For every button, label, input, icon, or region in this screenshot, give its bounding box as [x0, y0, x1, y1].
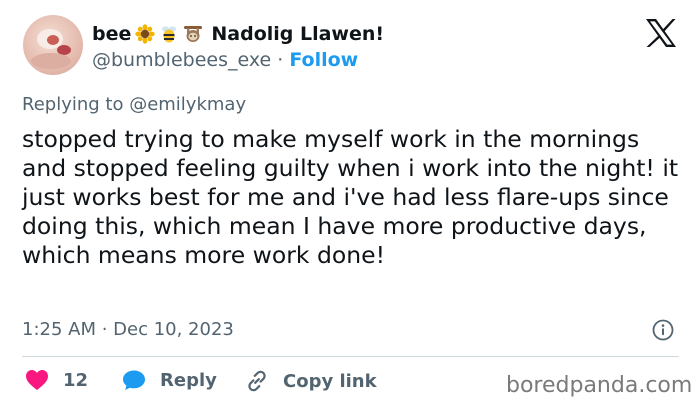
display-name-text: bee — [92, 23, 132, 45]
handle-row: @bumblebees_exe · Follow — [92, 48, 358, 72]
copy-link-label: Copy link — [283, 370, 377, 392]
display-name-suffix: Nadolig Llawen! — [211, 23, 385, 45]
watermark: boredpanda.com — [506, 373, 693, 398]
reply-button[interactable]: Reply — [122, 369, 217, 391]
reply-context[interactable]: Replying to @emilykmay — [22, 93, 246, 117]
like-button[interactable]: 12 — [25, 369, 88, 391]
separator-dot: · — [277, 49, 284, 71]
timestamp[interactable]: 1:25 AM · Dec 10, 2023 — [22, 318, 234, 342]
follow-button[interactable]: Follow — [289, 49, 358, 71]
x-logo-icon[interactable] — [645, 18, 677, 48]
heart-icon — [26, 370, 48, 390]
bee-emoji-icon — [159, 24, 179, 44]
link-icon — [248, 370, 266, 392]
sunflower-emoji-icon — [135, 24, 156, 44]
tweet-text: stopped trying to make myself work in th… — [22, 125, 679, 269]
info-icon[interactable] — [652, 319, 674, 341]
avatar[interactable] — [23, 15, 83, 75]
avatar-shadow — [31, 53, 71, 69]
divider — [22, 356, 679, 357]
like-count: 12 — [63, 369, 89, 391]
speech-bubble-icon — [123, 370, 145, 390]
sloth-emoji-icon — [183, 24, 203, 44]
user-handle[interactable]: @bumblebees_exe — [92, 49, 271, 71]
copy-link-button[interactable]: Copy link — [245, 369, 377, 393]
display-name[interactable]: bee Nadolig Llawen! — [92, 22, 384, 46]
reply-label: Reply — [160, 369, 217, 391]
avatar-detail — [47, 35, 59, 45]
